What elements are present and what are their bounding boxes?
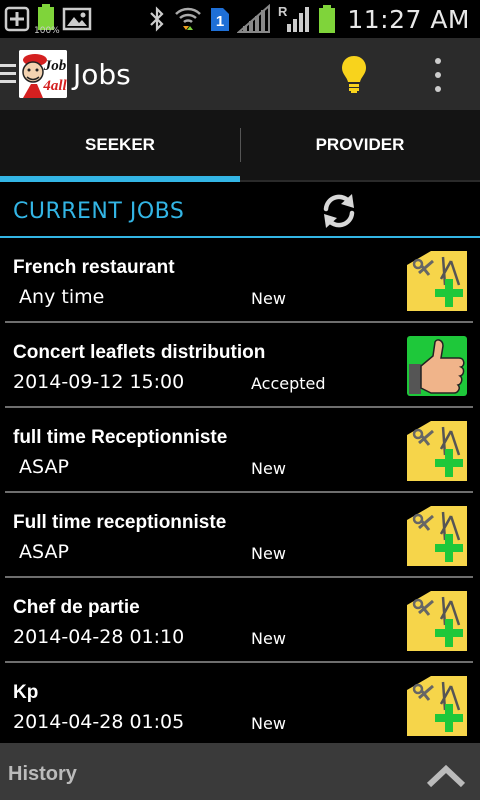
job-when: ASAP — [13, 456, 69, 478]
sim-badge-label: 1 — [216, 13, 224, 30]
history-label: History — [8, 763, 77, 785]
refresh-icon[interactable] — [318, 190, 360, 232]
job-status: New — [251, 544, 286, 563]
job-when: 2014-04-28 01:10 — [13, 626, 185, 648]
job-list-item[interactable]: Full time receptionniste ASAP New — [5, 493, 473, 578]
add-job-icon[interactable] — [407, 251, 467, 311]
battery-small-label: 100% — [34, 26, 60, 36]
overflow-menu-icon[interactable] — [432, 58, 444, 92]
tab-seeker[interactable]: SEEKER — [0, 110, 240, 182]
add-job-icon[interactable] — [407, 676, 467, 736]
add-job-icon[interactable] — [407, 591, 467, 651]
signal-strength-icon — [237, 4, 271, 33]
job-list-item[interactable]: French restaurant Any time New — [5, 238, 473, 323]
job-list-item[interactable]: full time Receptionniste ASAP New — [5, 408, 473, 493]
thumbs-up-icon[interactable] — [407, 336, 467, 396]
job-when: Any time — [13, 286, 105, 308]
tab-seeker-label: SEEKER — [85, 135, 155, 154]
status-bar-left: 100% — [4, 0, 92, 38]
add-job-icon[interactable] — [407, 506, 467, 566]
battery-small-icon: 100% — [34, 3, 60, 36]
section-title: CURRENT JOBS — [13, 199, 185, 224]
job-status: New — [251, 459, 286, 478]
logo-text-top: Job — [43, 58, 67, 74]
add-job-icon[interactable] — [407, 421, 467, 481]
battery-icon — [319, 5, 336, 33]
job-list-item[interactable]: Concert leaflets distribution 2014-09-12… — [5, 323, 473, 408]
tab-provider-label: PROVIDER — [315, 135, 405, 154]
logo-text-bottom: 4all — [42, 78, 67, 94]
job-when: 2014-04-28 01:05 — [13, 711, 185, 733]
status-bar-right: 1 R 11:27 AM — [147, 0, 470, 38]
gallery-icon — [62, 7, 92, 31]
app-logo[interactable]: Job 4all — [19, 50, 67, 98]
page-title: Jobs — [73, 58, 131, 91]
job-list-item[interactable]: Chef de partie 2014-04-28 01:10 New — [5, 578, 473, 663]
job-status: Accepted — [251, 374, 326, 393]
job-list: French restaurant Any time New Concert l… — [0, 238, 480, 748]
bluetooth-icon — [150, 6, 164, 32]
lightbulb-icon[interactable] — [340, 54, 368, 94]
job-title: Concert leaflets distribution — [13, 342, 266, 363]
job-status: New — [251, 289, 286, 308]
wifi-data-icon — [175, 7, 202, 30]
sim-one-icon: 1 — [211, 8, 230, 31]
job-title: Kp — [13, 682, 39, 703]
job-title: full time Receptionniste — [13, 427, 228, 448]
add-notification-icon — [4, 6, 30, 32]
current-jobs-header: CURRENT JOBS — [0, 182, 480, 238]
job-when: ASAP — [13, 541, 69, 563]
app-logo-image: Job 4all — [19, 50, 67, 98]
action-bar: Job 4all Jobs — [0, 38, 480, 110]
chevron-up-icon[interactable] — [425, 761, 467, 789]
job-title: Chef de partie — [13, 597, 140, 618]
status-bar: 100% 1 R 11:27 AM — [0, 0, 480, 38]
job-status: New — [251, 714, 286, 733]
job-status: New — [251, 629, 286, 648]
job-list-item[interactable]: Kp 2014-04-28 01:05 New — [5, 663, 473, 748]
clock: 11:27 AM — [347, 4, 470, 34]
job-when: 2014-09-12 15:00 — [13, 371, 185, 393]
roaming-label: R — [278, 4, 288, 19]
history-bar[interactable]: History — [0, 743, 480, 800]
roaming-signal-icon: R — [278, 4, 310, 32]
job-title: Full time receptionniste — [13, 512, 227, 533]
drawer-menu-icon[interactable] — [0, 64, 16, 84]
tab-divider — [240, 128, 241, 162]
job-title: French restaurant — [13, 257, 175, 278]
tab-provider[interactable]: PROVIDER — [240, 110, 480, 180]
